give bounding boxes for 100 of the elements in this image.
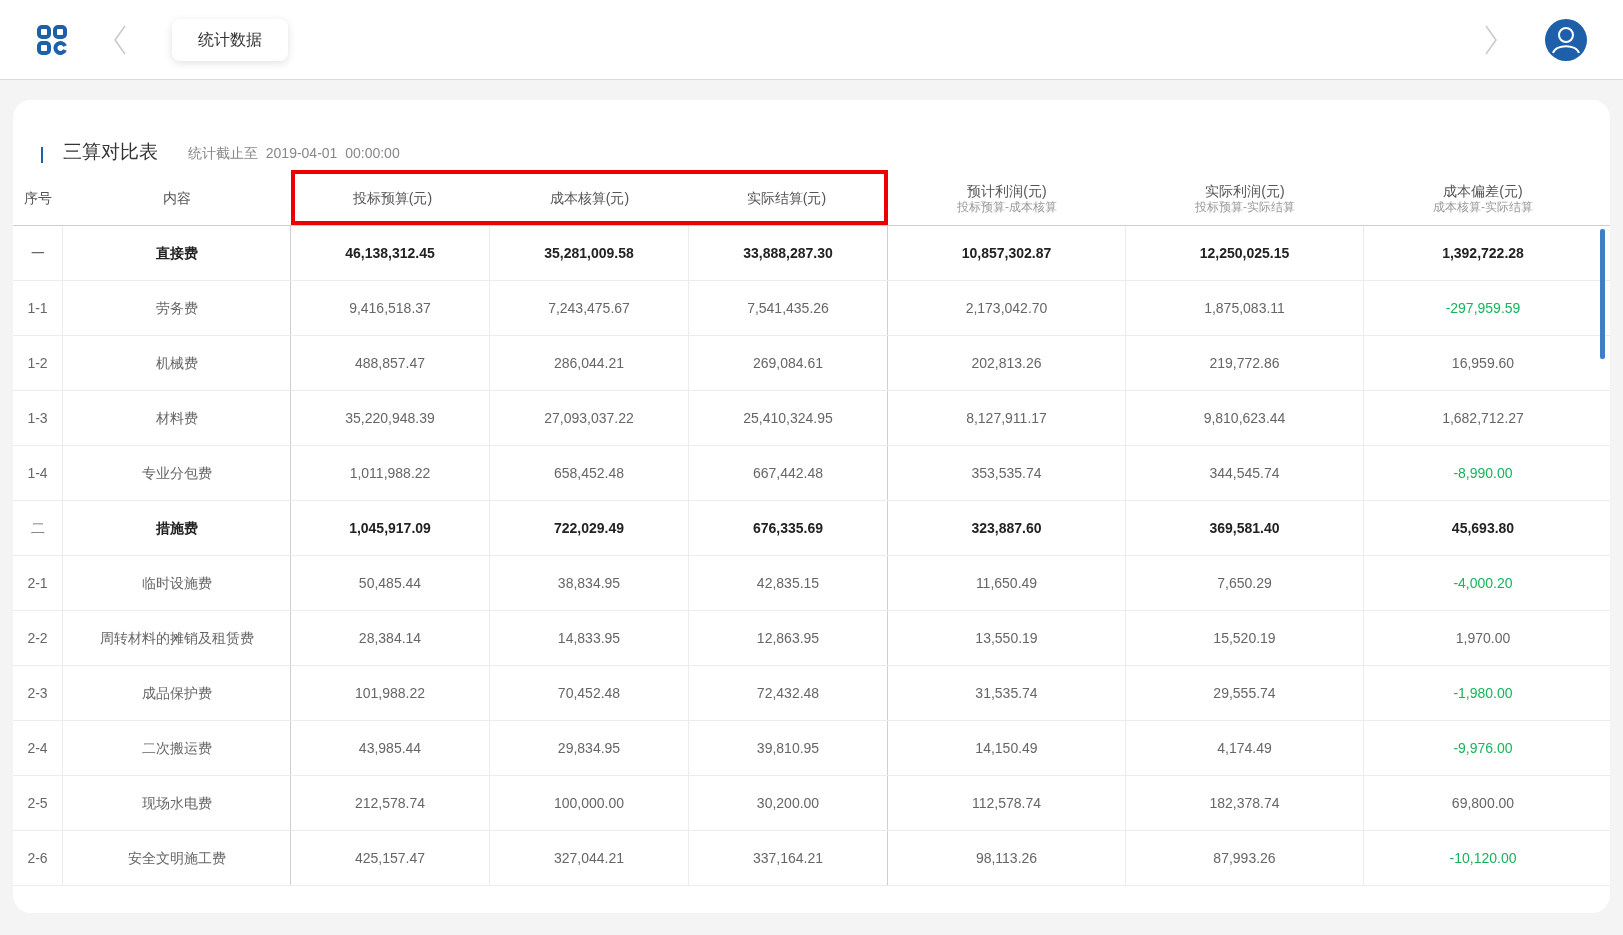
table-cell: 4,174.49 — [1126, 721, 1364, 775]
table-cell: 369,581.40 — [1126, 501, 1364, 555]
table-cell: 1,875,083.11 — [1126, 281, 1364, 335]
table-cell: 31,535.74 — [888, 666, 1126, 720]
table-cell: 488,857.47 — [291, 336, 490, 390]
user-avatar-icon[interactable] — [1545, 18, 1587, 61]
table-cell: 658,452.48 — [490, 446, 689, 500]
table-cell: 43,985.44 — [291, 721, 490, 775]
table-cell: 182,378.74 — [1126, 776, 1364, 830]
card-subtitle: 统计截止至 2019-04-01 00:00:00 — [188, 144, 400, 163]
table-cell: 12,863.95 — [689, 611, 888, 665]
table-cell: 2-4 — [13, 721, 63, 775]
table-cell: 一 — [13, 226, 63, 280]
table-cell: 12,250,025.15 — [1126, 226, 1364, 280]
table-cell: 46,138,312.45 — [291, 226, 490, 280]
page-tab[interactable]: 统计数据 — [172, 18, 288, 61]
table-cell: 9,810,623.44 — [1126, 391, 1364, 445]
table-cell: 35,281,009.58 — [490, 226, 689, 280]
table-cell: 7,243,475.67 — [490, 281, 689, 335]
table-cell: 2-6 — [13, 831, 63, 885]
table-cell: 327,044.21 — [490, 831, 689, 885]
table-cell: 39,810.95 — [689, 721, 888, 775]
table-cell: 周转材料的摊销及租赁费 — [63, 611, 291, 665]
table-cell-text: -1,980.00 — [1452, 683, 1514, 703]
grid-menu-icon[interactable] — [36, 23, 68, 56]
table-cell: 材料费 — [63, 391, 291, 445]
table-cell-text: -297,959.59 — [1444, 298, 1522, 318]
table-cell-text: 1,392,722.28 — [1441, 243, 1525, 263]
table-cell: 10,857,302.87 — [888, 226, 1126, 280]
table-cell-text: 69,800.00 — [1450, 793, 1516, 813]
table-cell: 临时设施费 — [63, 556, 291, 610]
table-cell: 9,416,518.37 — [291, 281, 490, 335]
column-label: 成本核算(元) — [549, 188, 630, 207]
card-title: 三算对比表 — [63, 139, 158, 164]
table-cell: 劳务费 — [63, 281, 291, 335]
table-cell: 72,432.48 — [689, 666, 888, 720]
table-cell: 27,093,037.22 — [490, 391, 689, 445]
table-cell: 11,650.49 — [888, 556, 1126, 610]
table-cell-text: 1,682,712.27 — [1441, 408, 1525, 428]
table-cell: 30,200.00 — [689, 776, 888, 830]
table-cell-text: -10,120.00 — [1448, 848, 1518, 868]
column-label: 序号 — [24, 188, 52, 207]
table-cell: 2-3 — [13, 666, 63, 720]
table-cell: 286,044.21 — [490, 336, 689, 390]
table-cell: 344,545.74 — [1126, 446, 1364, 500]
column-label: 实际结算(元) — [746, 188, 827, 207]
table-cell: 87,993.26 — [1126, 831, 1364, 885]
table-cell: 2,173,042.70 — [888, 281, 1126, 335]
table-cell: 安全文明施工费 — [63, 831, 291, 885]
table-cell-text: -9,976.00 — [1452, 738, 1514, 758]
table-cell: 2-1 — [13, 556, 63, 610]
table-cell: 2-5 — [13, 776, 63, 830]
table-cell: 112,578.74 — [888, 776, 1126, 830]
table-cell-text: -8,990.00 — [1452, 463, 1514, 483]
table-cell: 676,335.69 — [689, 501, 888, 555]
table-cell: 667,442.48 — [689, 446, 888, 500]
table-cell: 100,000.00 — [490, 776, 689, 830]
table-cell: 33,888,287.30 — [689, 226, 888, 280]
table-cell: 1-1 — [13, 281, 63, 335]
table-cell: 7,541,435.26 — [689, 281, 888, 335]
table-cell: 25,410,324.95 — [689, 391, 888, 445]
table-cell: 425,157.47 — [291, 831, 490, 885]
column-note: 成本核算-实际结算 — [1433, 199, 1533, 214]
table-cell-text: 45,693.80 — [1450, 518, 1516, 538]
table-cell: 二 — [13, 501, 63, 555]
table-cell: 8,127,911.17 — [888, 391, 1126, 445]
table-cell: 1,045,917.09 — [291, 501, 490, 555]
table-cell: 14,150.49 — [888, 721, 1126, 775]
table-cell: 13,550.19 — [888, 611, 1126, 665]
table-cell: 42,835.15 — [689, 556, 888, 610]
table-cell: 337,164.21 — [689, 831, 888, 885]
table-cell: 直接费 — [63, 226, 291, 280]
table-cell: 50,485.44 — [291, 556, 490, 610]
table-cell: 29,555.74 — [1126, 666, 1364, 720]
table-cell: 14,833.95 — [490, 611, 689, 665]
table-cell: 101,988.22 — [291, 666, 490, 720]
table-cell-text: -4,000.20 — [1452, 573, 1514, 593]
table-cell: 措施费 — [63, 501, 291, 555]
table-cell: 353,535.74 — [888, 446, 1126, 500]
table-cell: 269,084.61 — [689, 336, 888, 390]
table-cell: 现场水电费 — [63, 776, 291, 830]
table-cell: 机械费 — [63, 336, 291, 390]
table-cell: 98,113.26 — [888, 831, 1126, 885]
column-label: 内容 — [163, 188, 191, 207]
table-cell: 722,029.49 — [490, 501, 689, 555]
table-cell: 1-4 — [13, 446, 63, 500]
table-cell: 29,834.95 — [490, 721, 689, 775]
table-cell: 202,813.26 — [888, 336, 1126, 390]
column-note: 投标预算-实际结算 — [1195, 199, 1295, 214]
table-cell: 7,650.29 — [1126, 556, 1364, 610]
table-cell-text: 16,959.60 — [1450, 353, 1516, 373]
table-cell: 212,578.74 — [291, 776, 490, 830]
column-note: 投标预算-成本核算 — [957, 199, 1057, 214]
table-cell: 70,452.48 — [490, 666, 689, 720]
column-label: 成本偏差(元) — [1443, 181, 1523, 200]
column-label: 预计利润(元) — [967, 181, 1047, 200]
scrollbar-thumb[interactable] — [1600, 229, 1605, 359]
table-cell: 323,887.60 — [888, 501, 1126, 555]
table-cell-text: 1,970.00 — [1454, 628, 1512, 648]
table-cell: 二次搬运费 — [63, 721, 291, 775]
